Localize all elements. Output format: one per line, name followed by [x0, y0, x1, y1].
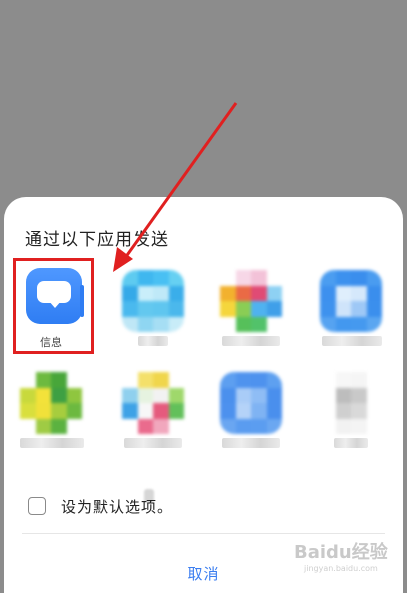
watermark-main: Baidu经验: [294, 542, 388, 563]
watermark: Baidu经验 jingyan.baidu.com: [290, 536, 400, 578]
watermark-sub: jingyan.baidu.com: [304, 564, 378, 573]
annotation-arrow-icon: [113, 102, 238, 272]
